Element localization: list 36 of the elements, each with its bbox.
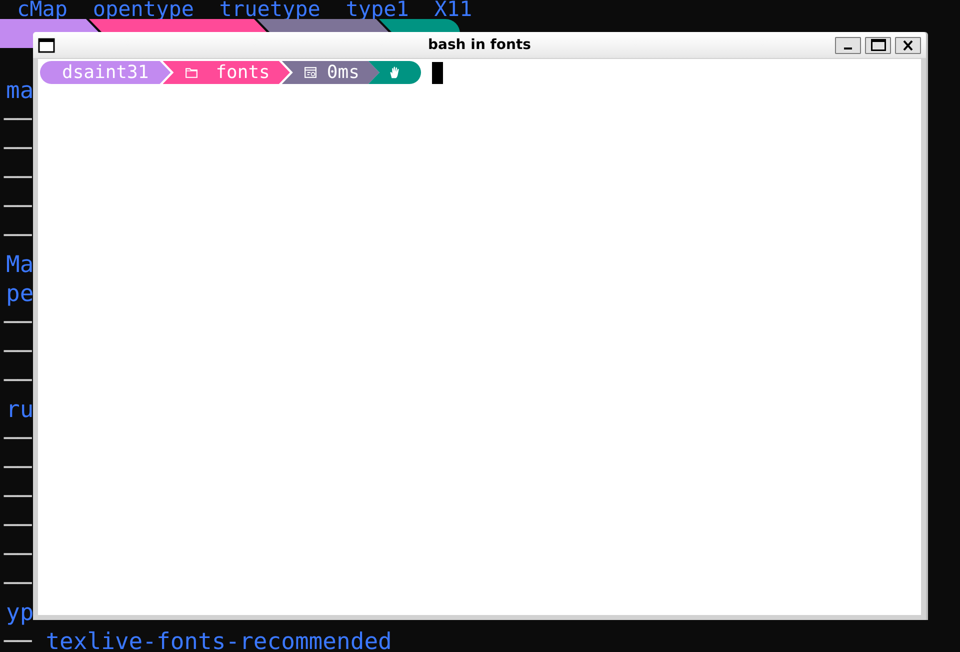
minimize-button[interactable] [835,36,861,54]
close-icon [903,40,913,50]
minimize-icon [843,47,853,50]
tree-line: ── [4,338,32,367]
terminal-text: ru [6,396,34,425]
tree-line: ── [4,193,32,222]
segment-text: 0ms [326,62,360,83]
terminal-text: pe [6,280,34,309]
tree-line: ── [4,106,32,135]
close-button[interactable] [895,36,921,54]
tree-line: ── [4,309,32,338]
tree-line: ── [4,135,32,164]
timer-icon [304,66,317,79]
terminal-text: cMap opentype truetype type1 X11 [17,0,472,18]
segment-text: dsaint31 [62,62,149,83]
maximize-button[interactable] [865,36,891,54]
tree-line: ── [4,454,32,483]
tree-line: ── [4,425,32,454]
tree-line: ── [4,570,32,599]
terminal-text: ma [6,77,34,106]
tree-line: ── [4,483,32,512]
tree-line: ── [4,367,32,396]
directory-name: texlive-fonts-recommended [46,628,392,652]
tree-line: ── [4,541,32,570]
hand-icon [388,66,402,79]
tree-line: ── [4,222,32,251]
tree-line: ── [4,164,32,193]
tree-line: ── [4,512,32,541]
window-icon[interactable] [38,38,55,52]
terminal-text: Ma [6,251,34,280]
segment-text: fonts [216,62,270,83]
maximize-icon [870,39,886,51]
folder-icon [184,66,198,79]
window-title: bash in fonts [427,37,532,53]
tree-line: ── [4,628,32,652]
terminal-text: yp [6,599,34,628]
